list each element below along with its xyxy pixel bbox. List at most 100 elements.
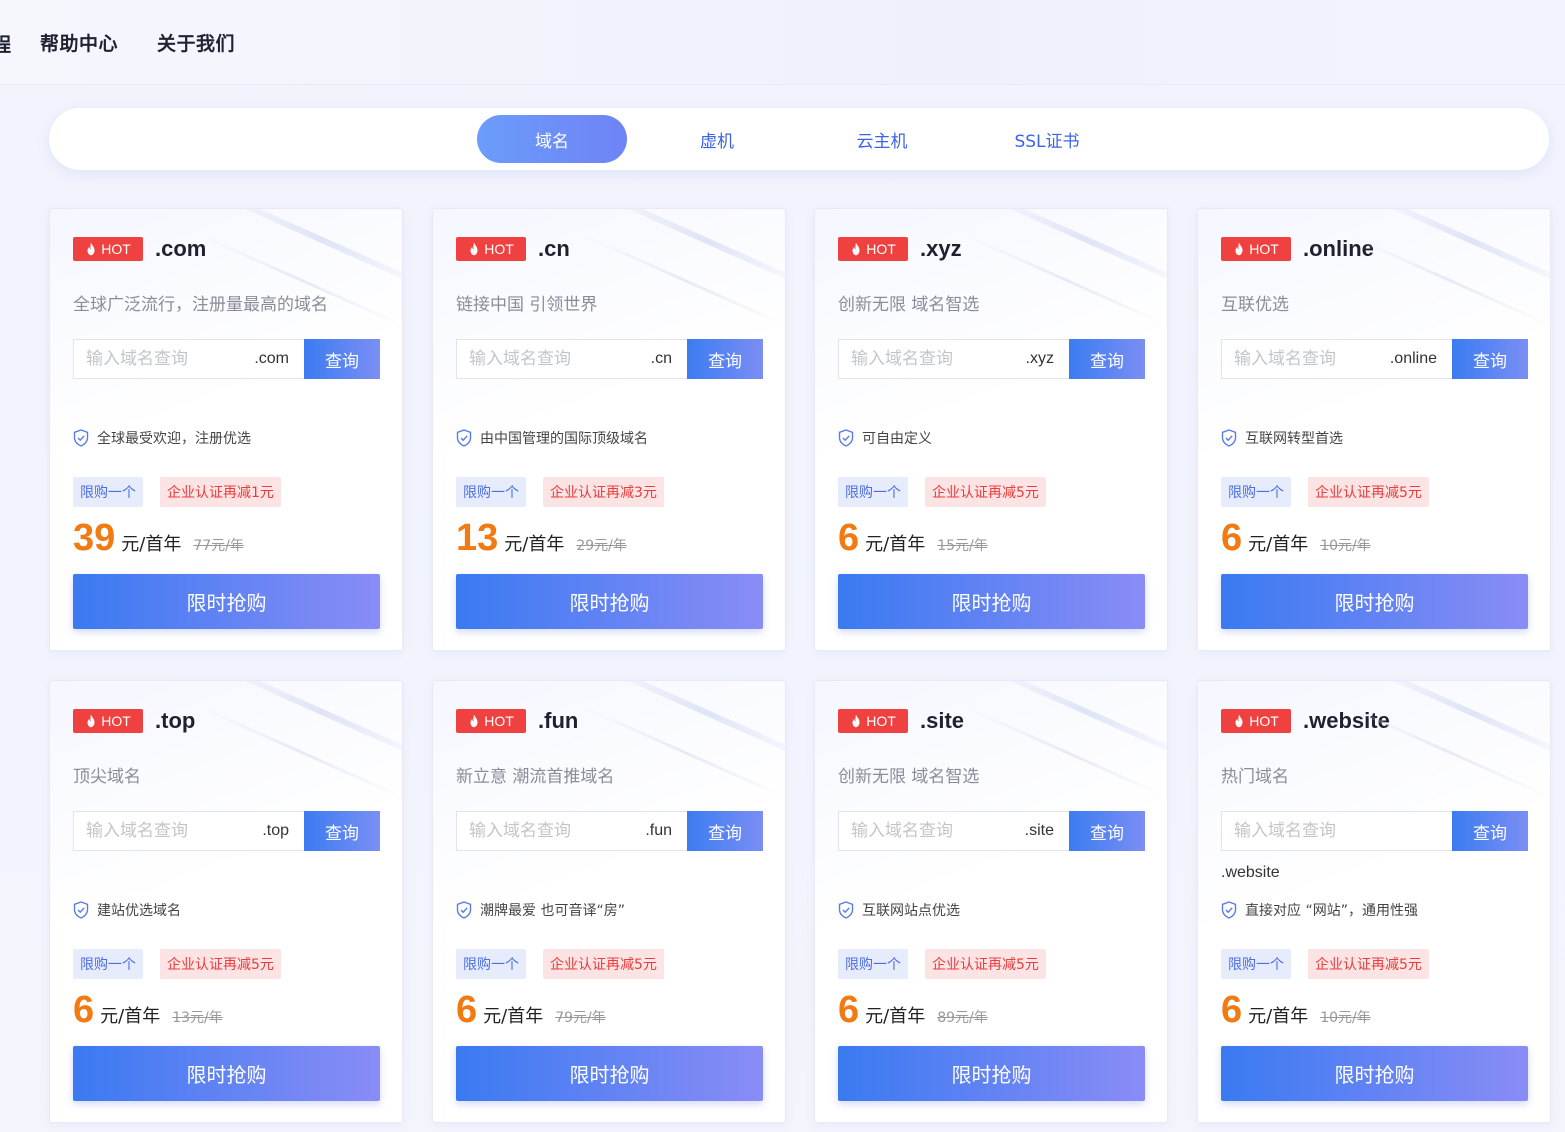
hot-label: HOT	[1249, 713, 1279, 729]
feature-line: 潮牌最爱 也可音译“房”	[456, 900, 625, 920]
flash-buy-button[interactable]: 限时抢购	[1221, 1046, 1528, 1101]
hot-label: HOT	[101, 713, 131, 729]
flash-buy-button[interactable]: 限时抢购	[1221, 574, 1528, 629]
price-value: 6	[73, 989, 95, 1031]
shield-check-icon	[456, 429, 472, 447]
flash-buy-button[interactable]: 限时抢购	[73, 574, 380, 629]
search-suffix: .com	[254, 350, 289, 367]
price-value: 6	[1221, 517, 1243, 559]
feature-text: 直接对应 “网站”，通用性强	[1245, 903, 1418, 919]
search-suffix: .fun	[645, 822, 672, 839]
domain-card: HOT .fun 新立意 潮流首推域名 .fun 查询 潮牌最爱 也可音译“房”…	[432, 680, 786, 1123]
search-suffix: .top	[262, 822, 289, 839]
search-suffix: .xyz	[1025, 350, 1054, 367]
search-suffix: .online	[1389, 350, 1437, 367]
price-unit: 元/首年	[483, 1006, 544, 1027]
price-value: 6	[838, 517, 860, 559]
nav-item-cut[interactable]: 程	[0, 30, 11, 57]
hot-badge: HOT	[838, 237, 908, 261]
search-suffix: .cn	[650, 350, 672, 367]
search-suffix: .website	[1221, 864, 1280, 881]
discount-tag: 企业认证再减1元	[160, 477, 281, 507]
flash-buy-button[interactable]: 限时抢购	[838, 1046, 1145, 1101]
price-row: 13 元/首年 29元/年	[456, 514, 627, 562]
limit-tag: 限购一个	[456, 477, 526, 507]
feature-text: 互联网转型首选	[1245, 431, 1343, 447]
price-row: 6 元/首年 10元/年	[1221, 514, 1371, 562]
price-unit: 元/首年	[1248, 1006, 1309, 1027]
shield-check-icon	[73, 901, 89, 919]
nav-item-help[interactable]: 帮助中心	[40, 29, 118, 56]
limit-tag: 限购一个	[838, 949, 908, 979]
domain-search-box: .com 查询	[73, 339, 380, 379]
query-button[interactable]: 查询	[1452, 339, 1528, 379]
limit-tag: 限购一个	[1221, 949, 1291, 979]
price-row: 39 元/首年 77元/年	[73, 514, 244, 562]
domain-suffix-title: .fun	[538, 708, 579, 733]
original-price: 13元/年	[172, 1010, 223, 1026]
query-button[interactable]: 查询	[1452, 811, 1528, 851]
shield-check-icon	[1221, 901, 1237, 919]
flash-buy-button[interactable]: 限时抢购	[456, 1046, 763, 1101]
nav-item-about[interactable]: 关于我们	[157, 29, 235, 56]
product-tab-bar: 域名 虚机 云主机 SSL证书	[49, 108, 1549, 170]
original-price: 10元/年	[1320, 538, 1371, 554]
flash-buy-button[interactable]: 限时抢购	[456, 574, 763, 629]
tab-cloud-host[interactable]: 云主机	[807, 115, 957, 163]
discount-tag: 企业认证再减5元	[543, 949, 664, 979]
domain-card: HOT .cn 链接中国 引领世界 .cn 查询 由中国管理的国际顶级域名 限购…	[432, 208, 786, 651]
discount-tag: 企业认证再减5元	[925, 477, 1046, 507]
price-unit: 元/首年	[100, 1006, 161, 1027]
query-button[interactable]: 查询	[1069, 811, 1145, 851]
shield-check-icon	[838, 901, 854, 919]
tab-ssl[interactable]: SSL证书	[972, 115, 1122, 163]
domain-suffix-title: .online	[1303, 236, 1374, 261]
price-value: 39	[73, 517, 116, 559]
discount-tag: 企业认证再减3元	[543, 477, 664, 507]
query-button[interactable]: 查询	[304, 811, 380, 851]
shield-check-icon	[456, 901, 472, 919]
hot-badge: HOT	[73, 237, 143, 261]
flash-buy-button[interactable]: 限时抢购	[838, 574, 1145, 629]
query-button[interactable]: 查询	[304, 339, 380, 379]
price-unit: 元/首年	[504, 534, 565, 555]
domain-search-box: .cn 查询	[456, 339, 763, 379]
feature-line: 互联网站点优选	[838, 900, 960, 920]
tab-virtual-host[interactable]: 虚机	[642, 115, 792, 163]
query-button[interactable]: 查询	[687, 811, 763, 851]
domain-description: 全球广泛流行，注册量最高的域名	[73, 295, 328, 315]
feature-line: 直接对应 “网站”，通用性强	[1221, 900, 1418, 920]
top-navigation: 程 帮助中心 关于我们	[0, 0, 1565, 85]
domain-description: 热门域名	[1221, 767, 1289, 787]
domain-search-box: .online 查询	[1221, 339, 1528, 379]
domain-card: HOT .online 互联优选 .online 查询 互联网转型首选 限购一个…	[1197, 208, 1551, 651]
tab-domain[interactable]: 域名	[477, 115, 627, 163]
hot-badge: HOT	[456, 237, 526, 261]
domain-search-box: .fun 查询	[456, 811, 763, 851]
query-button[interactable]: 查询	[687, 339, 763, 379]
domain-search-box: .top 查询	[73, 811, 380, 851]
hot-badge: HOT	[1221, 237, 1291, 261]
domain-suffix-title: .com	[155, 236, 207, 261]
original-price: 10元/年	[1320, 1010, 1371, 1026]
feature-text: 建站优选域名	[97, 903, 181, 919]
original-price: 79元/年	[555, 1010, 606, 1026]
feature-text: 潮牌最爱 也可音译“房”	[480, 903, 625, 919]
price-row: 6 元/首年 13元/年	[73, 986, 223, 1034]
feature-text: 互联网站点优选	[862, 903, 960, 919]
price-row: 6 元/首年 89元/年	[838, 986, 988, 1034]
domain-search-input[interactable]	[1222, 812, 1454, 850]
flame-icon	[1235, 242, 1243, 256]
domain-search-box: .xyz 查询	[838, 339, 1145, 379]
price-row: 6 元/首年 79元/年	[456, 986, 606, 1034]
shield-check-icon	[838, 429, 854, 447]
feature-line: 由中国管理的国际顶级域名	[456, 428, 648, 448]
flame-icon	[470, 242, 478, 256]
query-button[interactable]: 查询	[1069, 339, 1145, 379]
hot-label: HOT	[484, 713, 514, 729]
flash-buy-button[interactable]: 限时抢购	[73, 1046, 380, 1101]
flame-icon	[1235, 714, 1243, 728]
domain-suffix-title: .top	[155, 708, 196, 733]
domain-suffix-title: .site	[920, 708, 965, 733]
flame-icon	[87, 714, 95, 728]
